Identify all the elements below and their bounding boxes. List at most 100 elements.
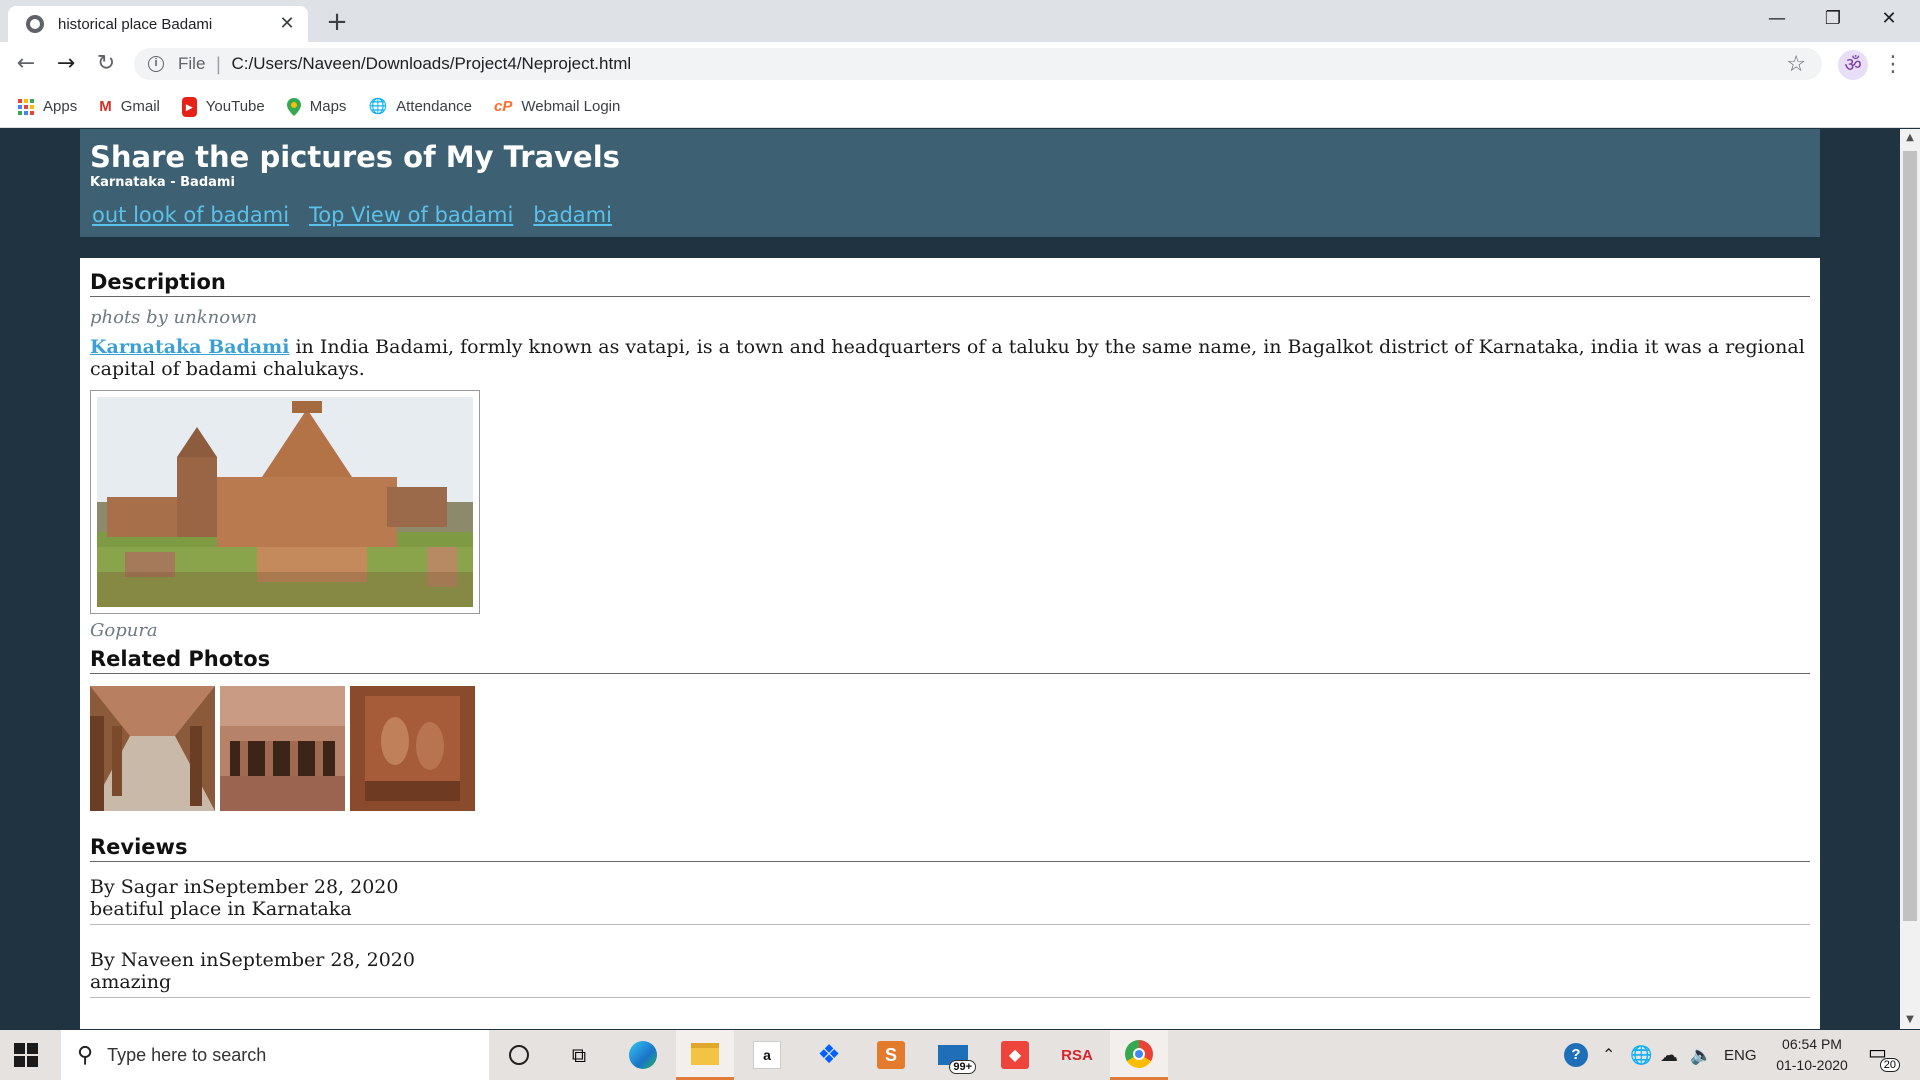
nav-link-outlook[interactable]: out look of badami: [92, 203, 289, 227]
clock-date: 01-10-2020: [1776, 1057, 1848, 1073]
close-window-button[interactable]: ✕: [1866, 0, 1912, 38]
photo-credit: phots by unknown: [90, 307, 258, 328]
url-scheme: File: [178, 54, 206, 73]
close-tab-icon[interactable]: ✕: [276, 13, 298, 35]
tab-strip: historical place Badami ✕ + — ❐ ✕: [0, 0, 1920, 42]
bookmarks-bar: Apps M Gmail ▶ YouTube Maps 🌐 Attendance…: [0, 86, 1920, 128]
scroll-down-arrow-icon[interactable]: ▼: [1900, 1011, 1920, 1029]
task-view-icon[interactable]: ⧉: [550, 1030, 608, 1080]
chrome-icon[interactable]: [1110, 1030, 1168, 1080]
page-subtitle: Karnataka - Badami: [90, 175, 235, 190]
back-button[interactable]: ←: [10, 48, 42, 80]
bookmark-label: Apps: [43, 98, 78, 115]
bookmark-webmail[interactable]: cP Webmail Login: [494, 98, 620, 115]
globe-icon: 🌐: [368, 97, 388, 115]
intro-link[interactable]: Karnataka Badami: [90, 336, 289, 358]
network-globe-icon[interactable]: 🌐: [1630, 1030, 1652, 1080]
forward-button[interactable]: →: [50, 48, 82, 80]
search-placeholder: Type here to search: [107, 1044, 267, 1065]
apps-grid-icon: [18, 98, 34, 115]
new-tab-button[interactable]: +: [322, 8, 352, 38]
windows-start-icon[interactable]: [14, 1043, 38, 1067]
file-explorer-icon[interactable]: [676, 1030, 734, 1080]
profile-avatar[interactable]: ॐ: [1838, 50, 1868, 80]
site-header: Share the pictures of My Travels Karnata…: [80, 129, 1820, 237]
page-viewport: Share the pictures of My Travels Karnata…: [0, 129, 1900, 1029]
nav-link-top-view[interactable]: Top View of badami: [309, 203, 513, 227]
bookmark-label: YouTube: [205, 98, 265, 115]
review-meta: By Naveen inSeptember 28, 2020: [90, 949, 415, 971]
intro-paragraph: Karnataka Badami in India Badami, formly…: [90, 336, 1810, 380]
chrome-menu-icon[interactable]: ⋮: [1882, 50, 1904, 80]
globe-icon: [26, 15, 44, 33]
bookmark-youtube[interactable]: ▶ YouTube: [181, 96, 265, 117]
browser-toolbar: ← → ↻ i File | C:/Users/Naveen/Downloads…: [0, 42, 1920, 86]
url-text[interactable]: C:/Users/Naveen/Downloads/Project4/Nepro…: [231, 54, 631, 74]
anydesk-icon[interactable]: ◆: [986, 1030, 1044, 1080]
mail-icon[interactable]: 99+: [924, 1030, 982, 1080]
bookmark-apps[interactable]: Apps: [18, 98, 77, 115]
address-bar[interactable]: i File | C:/Users/Naveen/Downloads/Proje…: [134, 48, 1822, 80]
dropbox-icon[interactable]: ❖: [800, 1030, 858, 1080]
search-icon: ⚲: [77, 1042, 94, 1068]
figure-caption: Gopura: [90, 620, 158, 641]
onedrive-icon[interactable]: ☁: [1660, 1030, 1678, 1080]
scroll-thumb[interactable]: [1903, 151, 1917, 921]
cortana-icon[interactable]: [490, 1030, 548, 1080]
info-icon[interactable]: i: [148, 56, 164, 72]
youtube-icon: ▶: [181, 96, 197, 117]
volume-icon[interactable]: 🔈: [1690, 1030, 1712, 1080]
bookmark-gmail[interactable]: M Gmail: [99, 98, 160, 115]
taskbar: ⚲ Type here to search ⧉ a ❖ S 99+ ◆ RSA …: [0, 1030, 1920, 1080]
bookmark-label: Webmail Login: [521, 98, 621, 115]
description-heading: Description: [90, 270, 1810, 297]
temple-photo[interactable]: [97, 397, 473, 607]
bookmark-maps[interactable]: Maps: [286, 97, 347, 116]
rsa-icon[interactable]: RSA: [1048, 1030, 1106, 1080]
notification-icon[interactable]: ▭ 20: [1868, 1040, 1900, 1072]
amazon-icon[interactable]: a: [738, 1030, 796, 1080]
help-icon[interactable]: ?: [1564, 1030, 1588, 1080]
page-scrollbar[interactable]: ▲ ▼: [1900, 129, 1920, 1029]
related-heading: Related Photos: [90, 647, 1810, 674]
cpanel-icon: cP: [494, 97, 513, 115]
minimize-button[interactable]: —: [1754, 0, 1800, 38]
related-photos: [90, 686, 1810, 811]
mail-badge: 99+: [949, 1060, 976, 1074]
temple-figure: [90, 390, 480, 614]
sublime-icon[interactable]: S: [862, 1030, 920, 1080]
nav-link-badami[interactable]: badami: [533, 203, 612, 227]
bookmark-label: Attendance: [396, 98, 473, 115]
taskbar-search[interactable]: ⚲ Type here to search: [61, 1030, 489, 1080]
scroll-up-arrow-icon[interactable]: ▲: [1900, 129, 1920, 147]
tab-title: historical place Badami: [58, 15, 213, 33]
clock[interactable]: 06:54 PM 01-10-2020: [1762, 1034, 1862, 1076]
bookmark-label: Maps: [309, 98, 347, 115]
edge-icon[interactable]: [614, 1030, 672, 1080]
notification-count: 20: [1879, 1058, 1900, 1072]
language-indicator[interactable]: ENG: [1724, 1030, 1757, 1080]
gmail-icon: M: [99, 97, 112, 115]
review-text: beatiful place in Karnataka: [90, 898, 352, 920]
maps-pin-icon: [286, 97, 301, 116]
url-separator: |: [215, 53, 222, 75]
related-photo[interactable]: [350, 686, 475, 811]
bookmark-label: Gmail: [120, 98, 160, 115]
reload-button[interactable]: ↻: [90, 48, 122, 80]
intro-text: in India Badami, formly known as vatapi,…: [90, 336, 1805, 380]
bookmark-attendance[interactable]: 🌐 Attendance: [368, 98, 472, 115]
related-photo[interactable]: [90, 686, 215, 811]
review-item: By Sagar inSeptember 28, 2020 beatiful p…: [90, 876, 1810, 925]
page-title: Share the pictures of My Travels: [90, 140, 620, 174]
restore-button[interactable]: ❐: [1810, 0, 1856, 38]
main-content: Description phots by unknown Karnataka B…: [80, 258, 1820, 1029]
site-nav: out look of badami Top View of badami ba…: [90, 203, 1810, 227]
review-text: amazing: [90, 971, 172, 993]
review-item: By Naveen inSeptember 28, 2020 amazing: [90, 949, 1810, 998]
review-meta: By Sagar inSeptember 28, 2020: [90, 876, 399, 898]
bookmark-star-icon[interactable]: ☆: [1786, 52, 1806, 77]
browser-tab[interactable]: historical place Badami ✕: [8, 6, 308, 42]
reviews-heading: Reviews: [90, 835, 1810, 862]
chevron-up-icon[interactable]: ⌃: [1602, 1030, 1615, 1080]
related-photo[interactable]: [220, 686, 345, 811]
